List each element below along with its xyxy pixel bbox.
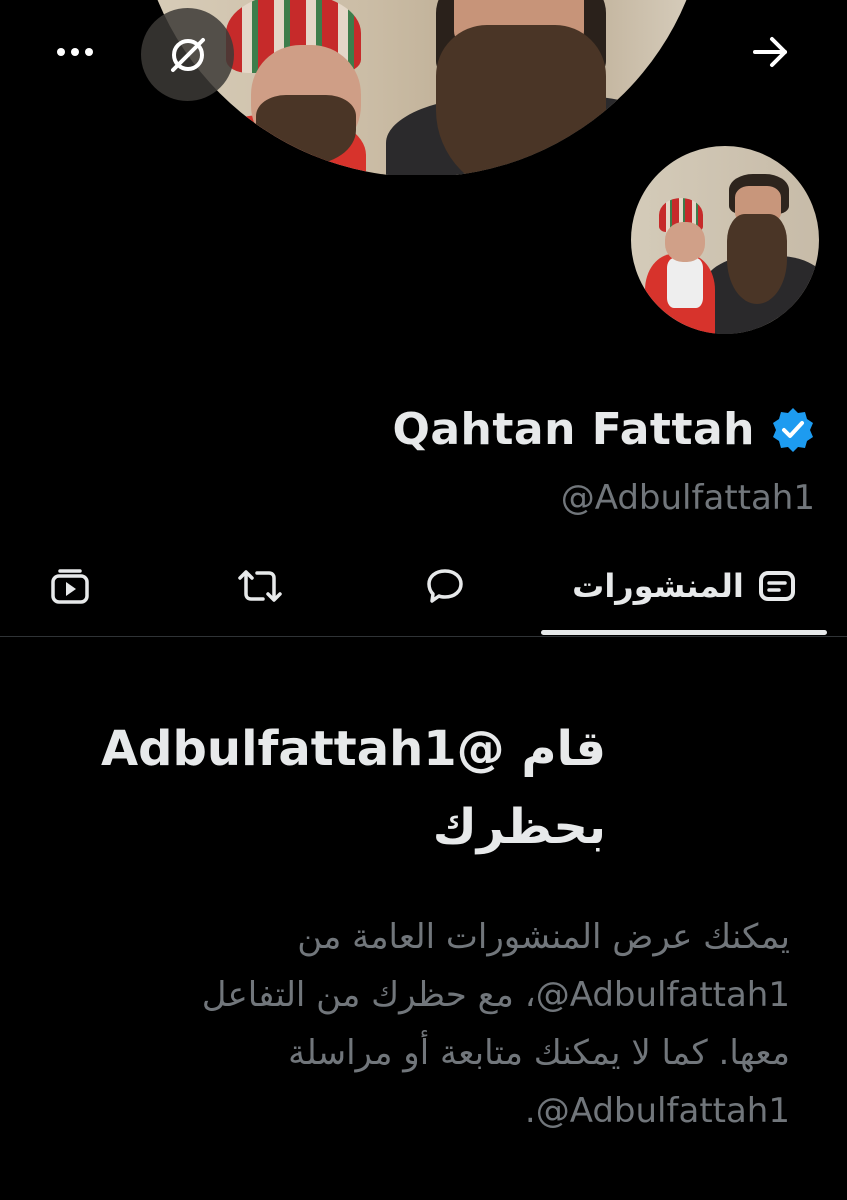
tab-media[interactable] xyxy=(25,540,115,632)
tab-posts[interactable]: المنشورات xyxy=(541,540,827,632)
blocked-description: يمكنك عرض المنشورات العامة من ‎@Adbulfat… xyxy=(201,917,790,1131)
tab-reposts[interactable] xyxy=(215,540,305,632)
media-video-icon xyxy=(51,569,89,604)
back-button[interactable] xyxy=(736,22,806,82)
more-options-button[interactable] xyxy=(40,22,110,82)
reply-bubble-icon xyxy=(427,569,463,603)
profile-avatar[interactable] xyxy=(626,141,824,339)
profile-tabs: المنشورات xyxy=(0,540,847,636)
grok-button[interactable] xyxy=(141,8,234,101)
blocked-title: قام @Adbulfattah1 بحظرك xyxy=(101,721,606,855)
arrow-right-icon xyxy=(753,37,787,67)
tab-replies[interactable] xyxy=(400,540,490,632)
posts-icon xyxy=(758,571,795,601)
profile-handle: @Adbulfattah1 xyxy=(560,478,815,518)
repost-icon xyxy=(238,570,282,602)
tab-posts-label: المنشورات xyxy=(572,567,744,605)
display-name: Qahtan Fattah xyxy=(392,404,755,455)
verified-badge-icon[interactable] xyxy=(769,406,817,454)
profile-name-row: Qahtan Fattah xyxy=(392,404,817,455)
more-horizontal-icon xyxy=(57,48,93,56)
tabs-divider xyxy=(0,636,847,637)
active-tab-indicator xyxy=(541,630,827,635)
blocked-message: قام @Adbulfattah1 بحظرك يمكنك عرض المنشو… xyxy=(60,710,790,1140)
grok-icon xyxy=(170,37,205,72)
